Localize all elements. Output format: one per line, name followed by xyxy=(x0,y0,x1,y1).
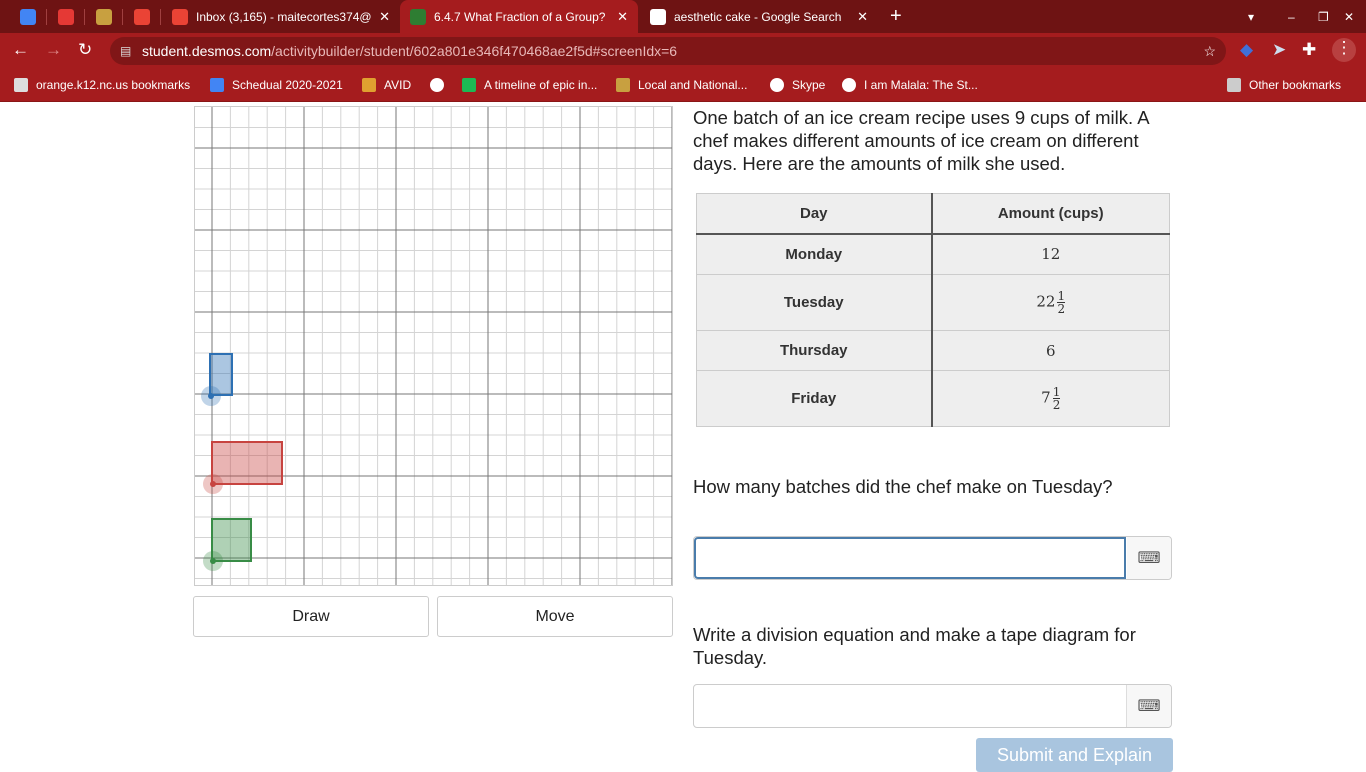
answer-2-input[interactable]: ⌨ xyxy=(693,684,1172,728)
table-row: Friday 7 1 2 xyxy=(696,370,1170,427)
google-icon xyxy=(650,8,666,25)
column-header-day: Day xyxy=(696,193,933,235)
tab-separator xyxy=(46,9,47,25)
reload-button[interactable]: ↻ xyxy=(78,40,92,60)
close-tab-icon[interactable]: ✕ xyxy=(617,9,628,25)
fraction: 12 xyxy=(1052,385,1061,412)
submit-button[interactable]: Submit and Explain xyxy=(976,738,1173,772)
tab-3[interactable] xyxy=(124,0,160,33)
bookmark-3[interactable] xyxy=(430,78,452,92)
bookmark-star-icon[interactable]: ☆ xyxy=(1203,43,1216,60)
tab-title: Inbox (3,165) - maitecortes374@ xyxy=(196,9,372,24)
problem-prompt: One batch of an ice cream recipe uses 9 … xyxy=(693,107,1149,174)
gmail-icon xyxy=(172,8,188,25)
minimize-button[interactable]: – xyxy=(1278,0,1298,33)
bookmark-4[interactable]: A timeline of epic in... xyxy=(462,78,597,92)
app-icon xyxy=(58,8,74,25)
bookmark-icon xyxy=(842,78,856,92)
tab-1[interactable] xyxy=(48,0,84,33)
docs-icon xyxy=(20,8,36,25)
amount-cell: 6 xyxy=(931,330,1170,371)
keyboard-icon[interactable]: ⌨ xyxy=(1127,685,1171,727)
cursor-extension-icon[interactable]: ➤ xyxy=(1272,40,1286,60)
tab-4[interactable]: Inbox (3,165) - maitecortes374@ ✕ xyxy=(162,0,400,33)
menu-kebab-icon[interactable]: ⋮ xyxy=(1332,38,1356,62)
graph-canvas[interactable] xyxy=(194,106,673,586)
school-seal-icon xyxy=(96,8,112,25)
bookmark-2[interactable]: AVID xyxy=(362,78,411,92)
table-row: Tuesday 22 1 2 xyxy=(696,274,1170,331)
amount-cell: 12 xyxy=(931,233,1170,275)
milk-table: Day Amount (cups) Monday 12 Tuesday 22 1 2 Thu… xyxy=(696,193,1170,427)
blue-point xyxy=(208,393,214,399)
desmos-icon xyxy=(410,8,426,25)
bookmark-icon xyxy=(616,78,630,92)
new-tab-button[interactable]: + xyxy=(880,0,920,33)
fraction: 12 xyxy=(1057,289,1066,316)
bookmark-icon xyxy=(462,78,476,92)
day-cell: Tuesday xyxy=(696,274,933,331)
close-tab-icon[interactable]: ✕ xyxy=(379,9,390,25)
table-row: Thursday 6 xyxy=(696,330,1170,371)
forward-button[interactable]: → xyxy=(45,40,62,60)
bookmark-icon xyxy=(210,78,224,92)
bookmark-1[interactable]: Schedual 2020-2021 xyxy=(210,78,343,92)
move-button[interactable]: Move xyxy=(437,596,673,637)
green-point xyxy=(210,558,216,564)
tab-0[interactable] xyxy=(10,0,46,33)
extensions-puzzle-icon[interactable]: ✚ xyxy=(1302,40,1316,60)
day-cell: Monday xyxy=(696,233,933,275)
amount-cell: 22 1 2 xyxy=(931,274,1170,331)
gmail-icon xyxy=(134,8,150,25)
bookmark-icon xyxy=(430,78,444,92)
url-path: /activitybuilder/student/602a801e346f470… xyxy=(271,43,678,59)
page-info-icon[interactable]: ▤ xyxy=(120,44,131,58)
tab-separator xyxy=(160,9,161,25)
bookmark-0[interactable]: orange.k12.nc.us bookmarks xyxy=(14,78,190,92)
red-rectangle[interactable] xyxy=(211,441,283,485)
tab-separator xyxy=(122,9,123,25)
red-point xyxy=(210,481,216,487)
day-cell: Friday xyxy=(696,370,933,427)
tab-separator xyxy=(84,9,85,25)
question-1: How many batches did the chef make on Tu… xyxy=(693,476,1113,497)
back-button[interactable]: ← xyxy=(12,40,29,60)
draw-button[interactable]: Draw xyxy=(193,596,429,637)
close-window-button[interactable]: ✕ xyxy=(1334,0,1354,33)
bookmark-icon xyxy=(362,78,376,92)
tab-title: 6.4.7 What Fraction of a Group? xyxy=(434,9,606,24)
answer-1-field[interactable] xyxy=(694,537,1126,579)
address-bar[interactable]: ▤ student.desmos.com/activitybuilder/stu… xyxy=(110,37,1226,65)
column-header-amount: Amount (cups) xyxy=(931,193,1170,235)
question-2: Write a division equation and make a tap… xyxy=(693,624,1136,668)
tab-2[interactable] xyxy=(86,0,122,33)
tab-5[interactable]: 6.4.7 What Fraction of a Group? ✕ xyxy=(400,0,638,33)
keyboard-icon[interactable]: ⌨ xyxy=(1127,537,1171,579)
tab-title: aesthetic cake - Google Search xyxy=(674,9,842,24)
bookmark-7[interactable]: I am Malala: The St... xyxy=(842,78,978,92)
other-bookmarks[interactable]: Other bookmarks xyxy=(1227,78,1341,92)
answer-2-field[interactable] xyxy=(694,685,1127,727)
close-tab-icon[interactable]: ✕ xyxy=(857,9,868,25)
tab-6[interactable]: aesthetic cake - Google Search ✕ xyxy=(640,0,878,33)
tab-search-icon[interactable]: ▾ xyxy=(1238,0,1262,33)
restore-button[interactable]: ❐ xyxy=(1308,0,1328,33)
table-row: Monday 12 xyxy=(696,233,1170,275)
bookmark-6[interactable]: Skype xyxy=(770,78,825,92)
url-host: student.desmos.com xyxy=(142,43,272,59)
day-cell: Thursday xyxy=(696,330,933,371)
folder-icon xyxy=(1227,78,1241,92)
extension-icon[interactable]: ◆ xyxy=(1240,40,1253,60)
bookmark-icon xyxy=(14,78,28,92)
bookmark-icon xyxy=(770,78,784,92)
bookmark-5[interactable]: Local and National... xyxy=(616,78,747,92)
answer-1-input[interactable]: ⌨ xyxy=(693,536,1172,580)
amount-cell: 712 xyxy=(931,370,1170,427)
